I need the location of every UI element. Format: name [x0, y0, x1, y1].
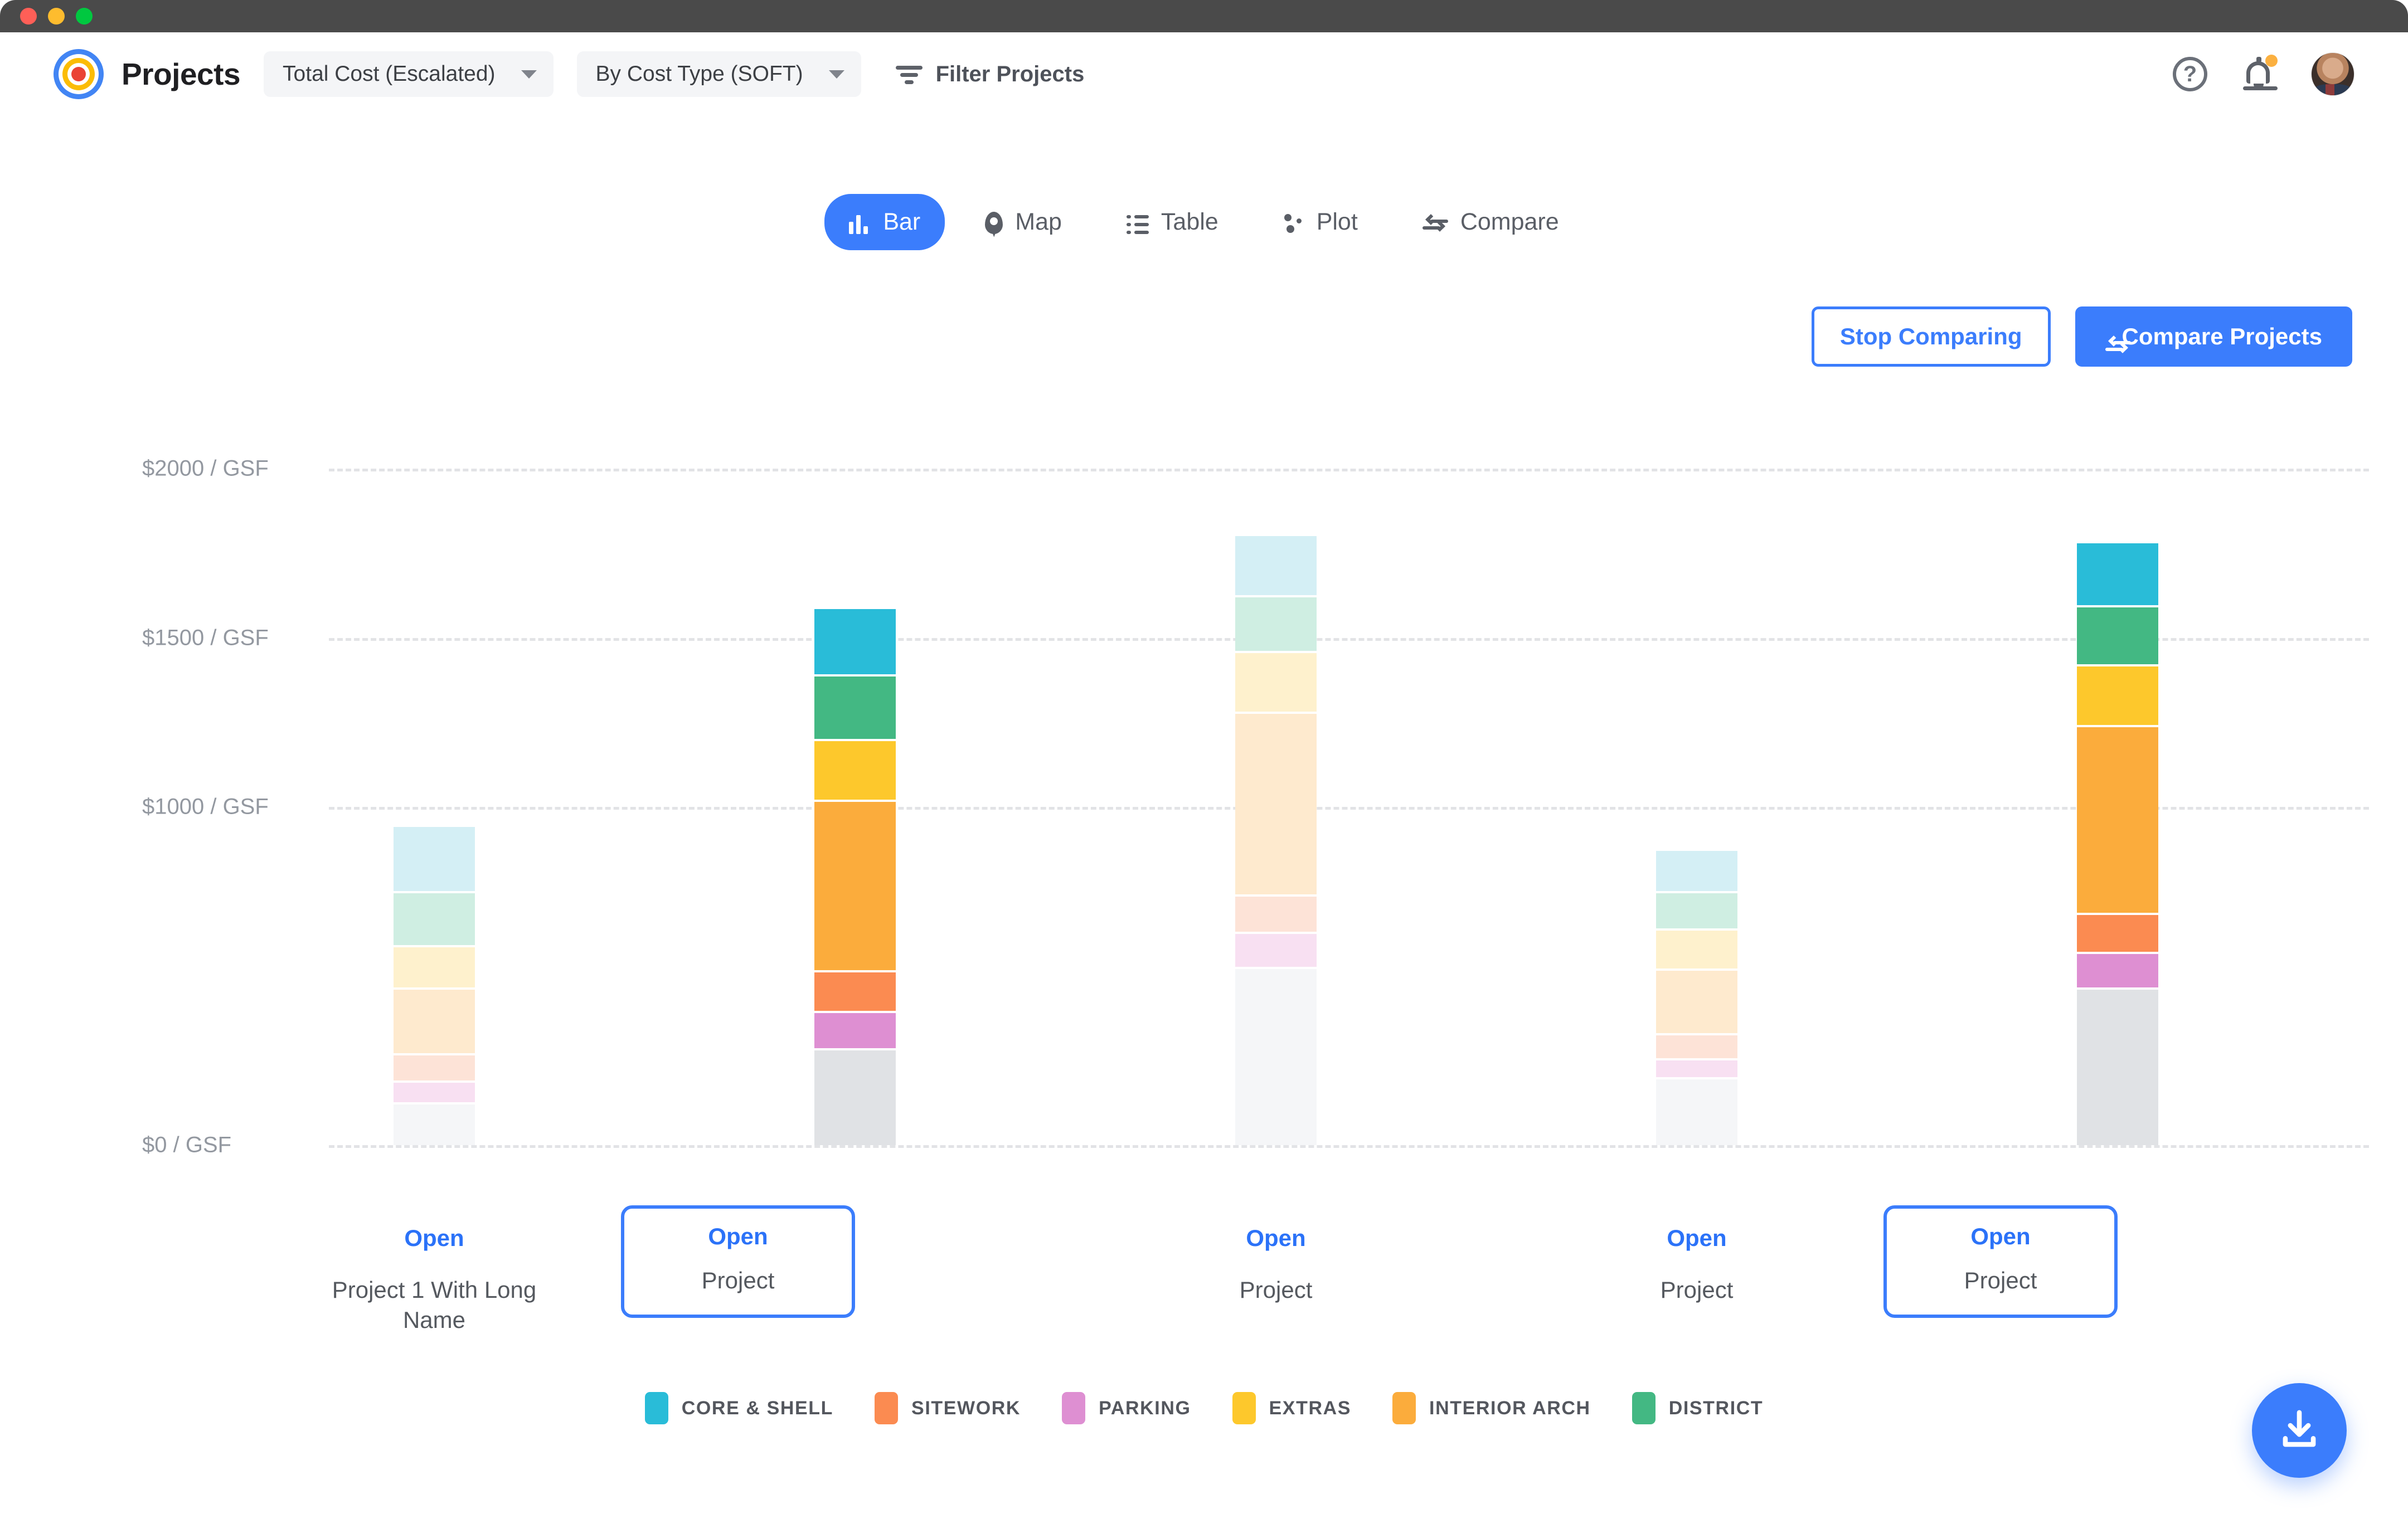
legend-label: PARKING — [1099, 1397, 1191, 1419]
legend-item[interactable]: INTERIOR ARCH — [1392, 1392, 1591, 1424]
bar-segment-core_shell[interactable] — [1235, 536, 1317, 597]
bar-segment-core_shell[interactable] — [814, 609, 896, 677]
close-button[interactable] — [20, 8, 37, 25]
bar-segment-extras[interactable] — [1235, 653, 1317, 714]
open-project-link[interactable]: Open — [1246, 1225, 1305, 1252]
bar-segment-interior_arch[interactable] — [1235, 714, 1317, 897]
download-button[interactable] — [2252, 1383, 2347, 1478]
open-project-link[interactable]: Open — [404, 1225, 464, 1252]
bar-column[interactable] — [394, 827, 475, 1145]
stacked-bar[interactable] — [814, 609, 896, 1145]
bar-segment-interior_arch[interactable] — [394, 989, 475, 1056]
bar-segment-parking[interactable] — [394, 1082, 475, 1105]
project-name: Project — [1239, 1277, 1313, 1303]
bar-segment-other[interactable] — [814, 1050, 896, 1145]
download-icon — [2283, 1410, 2316, 1447]
bar-column[interactable] — [1656, 850, 1737, 1145]
bar-segment-other[interactable] — [2077, 989, 2158, 1145]
window-controls — [20, 8, 93, 25]
stacked-bar[interactable] — [2077, 543, 2158, 1145]
bar-segment-district[interactable] — [1235, 597, 1317, 653]
legend-item[interactable]: CORE & SHELL — [644, 1392, 834, 1424]
gridline — [329, 469, 2369, 471]
y-axis-tick-label: $0 / GSF — [142, 1132, 232, 1157]
bar-segment-other[interactable] — [394, 1104, 475, 1145]
bar-segment-sitework[interactable] — [1656, 1035, 1737, 1061]
legend-label: CORE & SHELL — [681, 1397, 834, 1419]
stacked-bar[interactable] — [394, 827, 475, 1145]
y-axis-tick-label: $1000 / GSF — [142, 794, 269, 819]
project-label-selected[interactable]: Open Project — [1883, 1205, 2118, 1318]
project-name: Project — [1660, 1277, 1734, 1303]
bar-column[interactable] — [2077, 543, 2158, 1145]
legend-label: INTERIOR ARCH — [1429, 1397, 1591, 1419]
legend-label: EXTRAS — [1269, 1397, 1352, 1419]
stacked-bar-chart: $2000 / GSF $1500 / GSF $1000 / GSF $0 / GS… — [0, 32, 2408, 1538]
bar-segment-sitework[interactable] — [394, 1055, 475, 1083]
bar-segment-sitework[interactable] — [2077, 915, 2158, 954]
legend-item[interactable]: SITEWORK — [875, 1392, 1021, 1424]
legend-swatch — [1062, 1392, 1086, 1424]
bar-segment-parking[interactable] — [1656, 1060, 1737, 1079]
bar-segment-other[interactable] — [1235, 969, 1317, 1145]
open-project-link[interactable]: Open — [1667, 1225, 1726, 1252]
project-name: Project — [701, 1267, 775, 1293]
legend-swatch — [1232, 1392, 1256, 1424]
bar-segment-parking[interactable] — [1235, 933, 1317, 970]
minimize-button[interactable] — [48, 8, 65, 25]
app-root: Projects Total Cost (Escalated) By Cost … — [0, 32, 2408, 1538]
y-axis-tick-label: $2000 / GSF — [142, 456, 269, 481]
project-label[interactable]: Open Project — [1580, 1225, 1814, 1305]
bar-column[interactable] — [814, 609, 896, 1145]
project-label[interactable]: Open Project — [1159, 1225, 1393, 1305]
chart-legend: CORE & SHELL SITEWORK PARKING EXTRAS INTERIO… — [0, 1392, 2408, 1424]
open-project-link[interactable]: Open — [708, 1223, 768, 1250]
project-name: Project 1 With Long Name — [332, 1277, 537, 1333]
legend-label: SITEWORK — [911, 1397, 1021, 1419]
bar-segment-sitework[interactable] — [1235, 896, 1317, 934]
legend-item[interactable]: EXTRAS — [1232, 1392, 1352, 1424]
project-name: Project — [1964, 1267, 2037, 1293]
gridline — [329, 807, 2369, 810]
bar-segment-core_shell[interactable] — [394, 827, 475, 893]
bar-segment-interior_arch[interactable] — [814, 801, 896, 973]
project-label-selected[interactable]: Open Project — [621, 1205, 855, 1318]
bar-segment-interior_arch[interactable] — [1656, 971, 1737, 1035]
legend-item[interactable]: PARKING — [1062, 1392, 1191, 1424]
legend-swatch — [875, 1392, 899, 1424]
bar-segment-district[interactable] — [2077, 607, 2158, 667]
project-label[interactable]: Open Project 1 With Long Name — [317, 1225, 551, 1335]
open-project-link[interactable]: Open — [1970, 1223, 2030, 1250]
stacked-bar[interactable] — [1235, 536, 1317, 1145]
legend-swatch — [1632, 1392, 1656, 1424]
window-titlebar — [0, 0, 2408, 32]
bar-segment-district[interactable] — [394, 893, 475, 947]
bar-segment-extras[interactable] — [394, 947, 475, 990]
bar-segment-extras[interactable] — [2077, 666, 2158, 728]
stacked-bar[interactable] — [1656, 850, 1737, 1145]
bar-segment-interior_arch[interactable] — [2077, 727, 2158, 916]
bar-column[interactable] — [1235, 536, 1317, 1145]
legend-swatch — [644, 1392, 668, 1424]
legend-swatch — [1392, 1392, 1416, 1424]
bar-segment-core_shell[interactable] — [2077, 543, 2158, 607]
bar-segment-other[interactable] — [1656, 1079, 1737, 1145]
bar-segment-sitework[interactable] — [814, 972, 896, 1014]
bar-segment-parking[interactable] — [2077, 954, 2158, 990]
bar-segment-extras[interactable] — [814, 741, 896, 802]
maximize-button[interactable] — [76, 8, 93, 25]
legend-label: DISTRICT — [1668, 1397, 1764, 1419]
bar-segment-parking[interactable] — [814, 1013, 896, 1050]
bar-segment-core_shell[interactable] — [1656, 850, 1737, 893]
bar-segment-district[interactable] — [814, 676, 896, 741]
bar-segment-district[interactable] — [1656, 893, 1737, 931]
bar-segment-extras[interactable] — [1656, 930, 1737, 971]
gridline — [329, 637, 2369, 641]
y-axis-tick-label: $1500 / GSF — [142, 625, 269, 650]
gridline — [329, 1145, 2369, 1148]
legend-item[interactable]: DISTRICT — [1632, 1392, 1764, 1424]
